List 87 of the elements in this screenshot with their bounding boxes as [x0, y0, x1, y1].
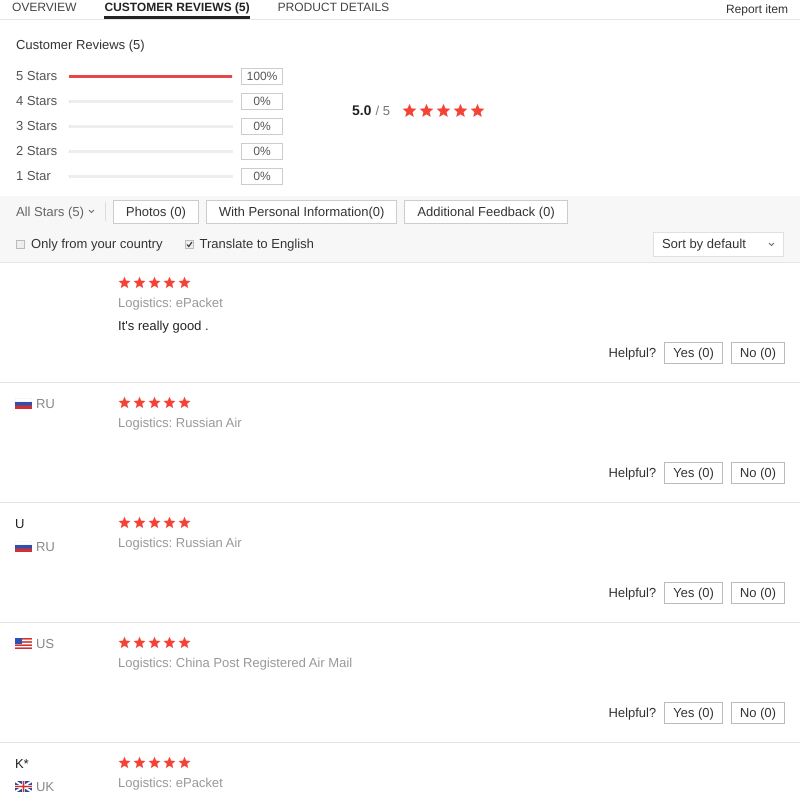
- checkbox-label: Only from your country: [31, 235, 162, 254]
- logistics-info: Logistics: China Post Registered Air Mail: [118, 654, 354, 672]
- star-icon: [178, 396, 191, 408]
- star-icon: [452, 102, 468, 118]
- average-score: 5.0: [352, 100, 372, 120]
- star-icon: [163, 756, 176, 768]
- filter-button[interactable]: Additional Feedback (0): [404, 200, 568, 224]
- flag-icon: [15, 398, 32, 409]
- star-icon: [178, 756, 191, 768]
- star-icon: [163, 636, 176, 648]
- helpful-label: Helpful?: [608, 584, 656, 602]
- star-icon: [118, 516, 131, 528]
- logistics-info: Logistics: ePacket: [118, 294, 224, 312]
- logistics-info: Logistics: Russian Air: [118, 414, 243, 432]
- star-icon: [470, 102, 485, 118]
- filter-button[interactable]: With Personal Information(0): [206, 200, 398, 224]
- country-code: UK: [36, 778, 54, 796]
- helpful-label: Helpful?: [608, 704, 656, 722]
- yes-button[interactable]: Yes (0): [664, 582, 723, 604]
- reviewer-name: K*: [15, 754, 30, 772]
- star-icon: [133, 516, 146, 528]
- star-icon: [402, 102, 417, 118]
- star-icon: [436, 102, 451, 118]
- star-icon: [163, 516, 176, 528]
- tab[interactable]: CUSTOMER REVIEWS (5): [104, 1, 250, 19]
- country-code: RU: [36, 538, 55, 556]
- section-title: Customer Reviews (5): [16, 36, 146, 54]
- percent-label: 0%: [241, 92, 283, 110]
- percent-label: 0%: [241, 118, 283, 134]
- star-level-label: 1 Star: [16, 167, 52, 186]
- yes-button[interactable]: Yes (0): [664, 342, 723, 364]
- score-max: / 5: [375, 102, 390, 120]
- star-icon: [118, 756, 131, 768]
- helpful-label: Helpful?: [608, 464, 656, 482]
- star-icon: [118, 276, 131, 288]
- reviewer-name: U: [15, 514, 26, 532]
- star-icon: [178, 276, 191, 288]
- star-icon: [133, 396, 146, 408]
- no-button[interactable]: No (0): [730, 702, 785, 724]
- flag-icon: [15, 541, 32, 552]
- yes-button[interactable]: Yes (0): [664, 462, 723, 484]
- star-icon: [133, 276, 146, 288]
- chevron-down-icon: [768, 242, 775, 246]
- tab[interactable]: OVERVIEW: [12, 1, 76, 19]
- star-level-label: 2 Stars: [16, 142, 58, 160]
- star-filter-dropdown[interactable]: All Stars (5): [16, 202, 106, 222]
- no-button[interactable]: No (0): [730, 462, 785, 484]
- checkbox[interactable]: [16, 240, 25, 248]
- logistics-info: Logistics: ePacket: [118, 774, 224, 792]
- star-icon: [148, 756, 161, 768]
- flag-icon: [15, 638, 32, 649]
- star-icon: [133, 636, 146, 648]
- no-button[interactable]: No (0): [730, 582, 785, 604]
- country-code: RU: [36, 394, 55, 412]
- helpful-label: Helpful?: [608, 344, 656, 362]
- star-icon: [178, 636, 191, 648]
- sort-dropdown[interactable]: Sort by default: [653, 232, 784, 256]
- star-icon: [163, 276, 176, 288]
- chevron-down-icon: [88, 209, 95, 214]
- check-icon: [186, 240, 192, 248]
- country-code: US: [36, 634, 54, 652]
- flag-icon: [15, 781, 32, 792]
- tab[interactable]: PRODUCT DETAILS: [278, 1, 390, 19]
- review-text: It's really good .: [118, 317, 210, 335]
- star-icon: [178, 516, 191, 528]
- percent-label: 0%: [241, 168, 283, 184]
- star-icon: [148, 636, 161, 648]
- checkbox-label: Translate to English: [200, 235, 314, 254]
- star-icon: [148, 396, 161, 408]
- star-level-label: 3 Stars: [16, 117, 58, 136]
- star-icon: [118, 636, 131, 648]
- no-button[interactable]: No (0): [730, 342, 785, 364]
- star-icon: [133, 756, 146, 768]
- percent-label: 0%: [241, 142, 283, 160]
- filter-button[interactable]: Photos (0): [112, 200, 199, 224]
- star-icon: [418, 102, 434, 118]
- percent-label: 100%: [241, 68, 283, 84]
- star-icon: [148, 276, 161, 288]
- star-level-label: 5 Stars: [16, 67, 58, 86]
- checkbox[interactable]: [184, 240, 194, 248]
- star-icon: [163, 396, 176, 408]
- logistics-info: Logistics: Russian Air: [118, 534, 243, 552]
- star-icon: [148, 516, 161, 528]
- star-icon: [118, 396, 131, 408]
- yes-button[interactable]: Yes (0): [664, 702, 723, 724]
- star-level-label: 4 Stars: [16, 92, 58, 110]
- report-link[interactable]: Report item: [726, 3, 788, 19]
